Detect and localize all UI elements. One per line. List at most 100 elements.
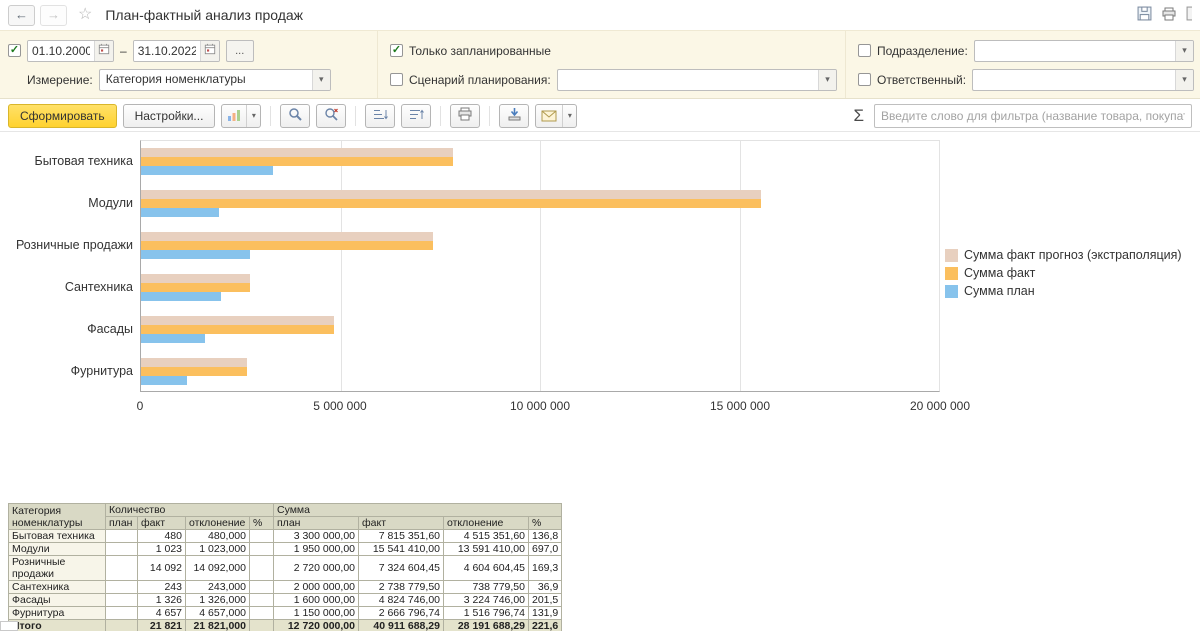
cancel-search-button[interactable]	[316, 104, 346, 128]
chart-x-tick-label: 20 000 000	[910, 399, 970, 413]
chart-bar[interactable]	[141, 274, 250, 283]
responsible-combo[interactable]: ▾	[972, 69, 1194, 91]
favorite-star-icon[interactable]: ☆	[78, 7, 92, 23]
chart-bar[interactable]	[141, 190, 761, 199]
chart-bar[interactable]	[141, 376, 187, 385]
calendar-icon	[98, 43, 110, 58]
only-planned-checkbox[interactable]: ✓	[390, 44, 403, 57]
department-combo[interactable]: ▾	[974, 40, 1194, 62]
send-email-button[interactable]: ▾	[535, 104, 577, 128]
print-preview-button[interactable]	[1161, 7, 1177, 24]
table-row[interactable]: Сантехника243243,0002 000 000,002 738 77…	[9, 581, 562, 594]
legend-swatch	[945, 249, 958, 262]
responsible-checkbox[interactable]	[858, 73, 871, 86]
sort-descending-button[interactable]	[401, 104, 431, 128]
chevron-down-icon[interactable]: ▾	[1175, 70, 1193, 90]
sort-descending-icon	[409, 108, 424, 124]
toolbar-separator	[270, 106, 271, 126]
printer-icon	[457, 107, 473, 124]
scrollbar-corner[interactable]	[0, 621, 18, 631]
legend-swatch	[945, 267, 958, 280]
table-cell: 131,9	[529, 607, 562, 620]
chevron-down-icon[interactable]: ▾	[818, 70, 836, 90]
chart-bar[interactable]	[141, 157, 453, 166]
period-checkbox[interactable]: ✓	[8, 44, 21, 57]
table-cell	[250, 620, 274, 631]
legend-swatch	[945, 285, 958, 298]
table-cell: Итого	[9, 620, 106, 631]
more-actions-button[interactable]	[1186, 6, 1192, 24]
generate-button[interactable]: Сформировать	[8, 104, 117, 128]
chart-bar[interactable]	[141, 166, 273, 175]
table-cell: Фасады	[9, 594, 106, 607]
chart-bar[interactable]	[141, 367, 247, 376]
chart-bar[interactable]	[141, 325, 334, 334]
floppy-icon	[1137, 6, 1152, 24]
chart-bar[interactable]	[141, 358, 247, 367]
table-row[interactable]: Фасады1 3261 326,0001 600 000,004 824 74…	[9, 594, 562, 607]
table-total-row[interactable]: Итого21 82121 821,00012 720 000,0040 911…	[9, 620, 562, 631]
table-cell: 2 720 000,00	[274, 556, 359, 581]
period-section: ✓ – ... Измерение: Категория номенклатур…	[0, 31, 378, 98]
quick-filter-input[interactable]	[874, 104, 1192, 128]
table-cell	[250, 607, 274, 620]
table-cell: 169,3	[529, 556, 562, 581]
chart-bar[interactable]	[141, 334, 205, 343]
sort-ascending-button[interactable]	[365, 104, 395, 128]
chart-bar[interactable]	[141, 316, 334, 325]
chart-bar[interactable]	[141, 208, 219, 217]
chart-bar[interactable]	[141, 292, 221, 301]
table-row[interactable]: Бытовая техника480480,0003 300 000,007 8…	[9, 530, 562, 543]
date-to-input[interactable]	[134, 41, 200, 61]
table-cell: 7 815 351,60	[359, 530, 444, 543]
forward-button[interactable]: →	[40, 5, 67, 26]
report-variants-button[interactable]: ▾	[221, 104, 261, 128]
page-title: План-фактный анализ продаж	[105, 7, 303, 23]
chart-category-label: Фурнитура	[0, 350, 133, 392]
table-row[interactable]: Розничные продажи14 09214 092,0002 720 0…	[9, 556, 562, 581]
chart-bar[interactable]	[141, 232, 433, 241]
date-to-calendar-button[interactable]	[200, 41, 219, 61]
chevron-down-icon[interactable]: ▾	[312, 70, 330, 90]
dimension-combo[interactable]: Категория номенклатуры ▾	[99, 69, 331, 91]
chart-bar[interactable]	[141, 283, 250, 292]
sum-button[interactable]: Σ	[849, 106, 868, 126]
table-cell	[250, 530, 274, 543]
date-from-calendar-button[interactable]	[94, 41, 113, 61]
legend-entry: Сумма факт	[945, 264, 1182, 282]
chart-bar[interactable]	[141, 148, 453, 157]
report-table-body: Бытовая техника480480,0003 300 000,007 8…	[9, 530, 562, 631]
print-button[interactable]	[450, 104, 480, 128]
chart-bar-group	[141, 267, 939, 309]
col-header-sum-fact: факт	[359, 517, 444, 530]
period-more-button[interactable]: ...	[226, 40, 254, 62]
save-report-button[interactable]	[1137, 6, 1152, 24]
save-result-button[interactable]	[499, 104, 529, 128]
chart-plot	[140, 140, 940, 392]
date-from-input[interactable]	[28, 41, 94, 61]
chart-bar[interactable]	[141, 250, 250, 259]
department-checkbox[interactable]	[858, 44, 871, 57]
chevron-down-icon[interactable]: ▾	[1175, 41, 1193, 61]
table-cell: 4 824 746,00	[359, 594, 444, 607]
scenario-checkbox[interactable]	[390, 73, 403, 86]
chart-bar[interactable]	[141, 199, 761, 208]
dimension-value: Категория номенклатуры	[100, 70, 312, 90]
table-cell: 14 092,000	[186, 556, 250, 581]
table-cell: Розничные продажи	[9, 556, 106, 581]
col-header-sum-deviation: отклонение	[444, 517, 529, 530]
chart-x-tick-label: 10 000 000	[510, 399, 570, 413]
back-button[interactable]: ←	[8, 5, 35, 26]
chevron-down-icon[interactable]: ▾	[246, 105, 260, 127]
table-cell	[106, 530, 138, 543]
search-button[interactable]	[280, 104, 310, 128]
chart-bar-group	[141, 141, 939, 183]
table-cell: 12 720 000,00	[274, 620, 359, 631]
settings-button[interactable]: Настройки...	[123, 104, 216, 128]
scenario-combo[interactable]: ▾	[557, 69, 837, 91]
chevron-down-icon[interactable]: ▾	[562, 105, 576, 127]
chart-bar[interactable]	[141, 241, 433, 250]
table-row[interactable]: Модули1 0231 023,0001 950 000,0015 541 4…	[9, 543, 562, 556]
table-row[interactable]: Фурнитура4 6574 657,0001 150 000,002 666…	[9, 607, 562, 620]
report-table: Категория номенклатуры Количество Сумма …	[8, 503, 562, 631]
